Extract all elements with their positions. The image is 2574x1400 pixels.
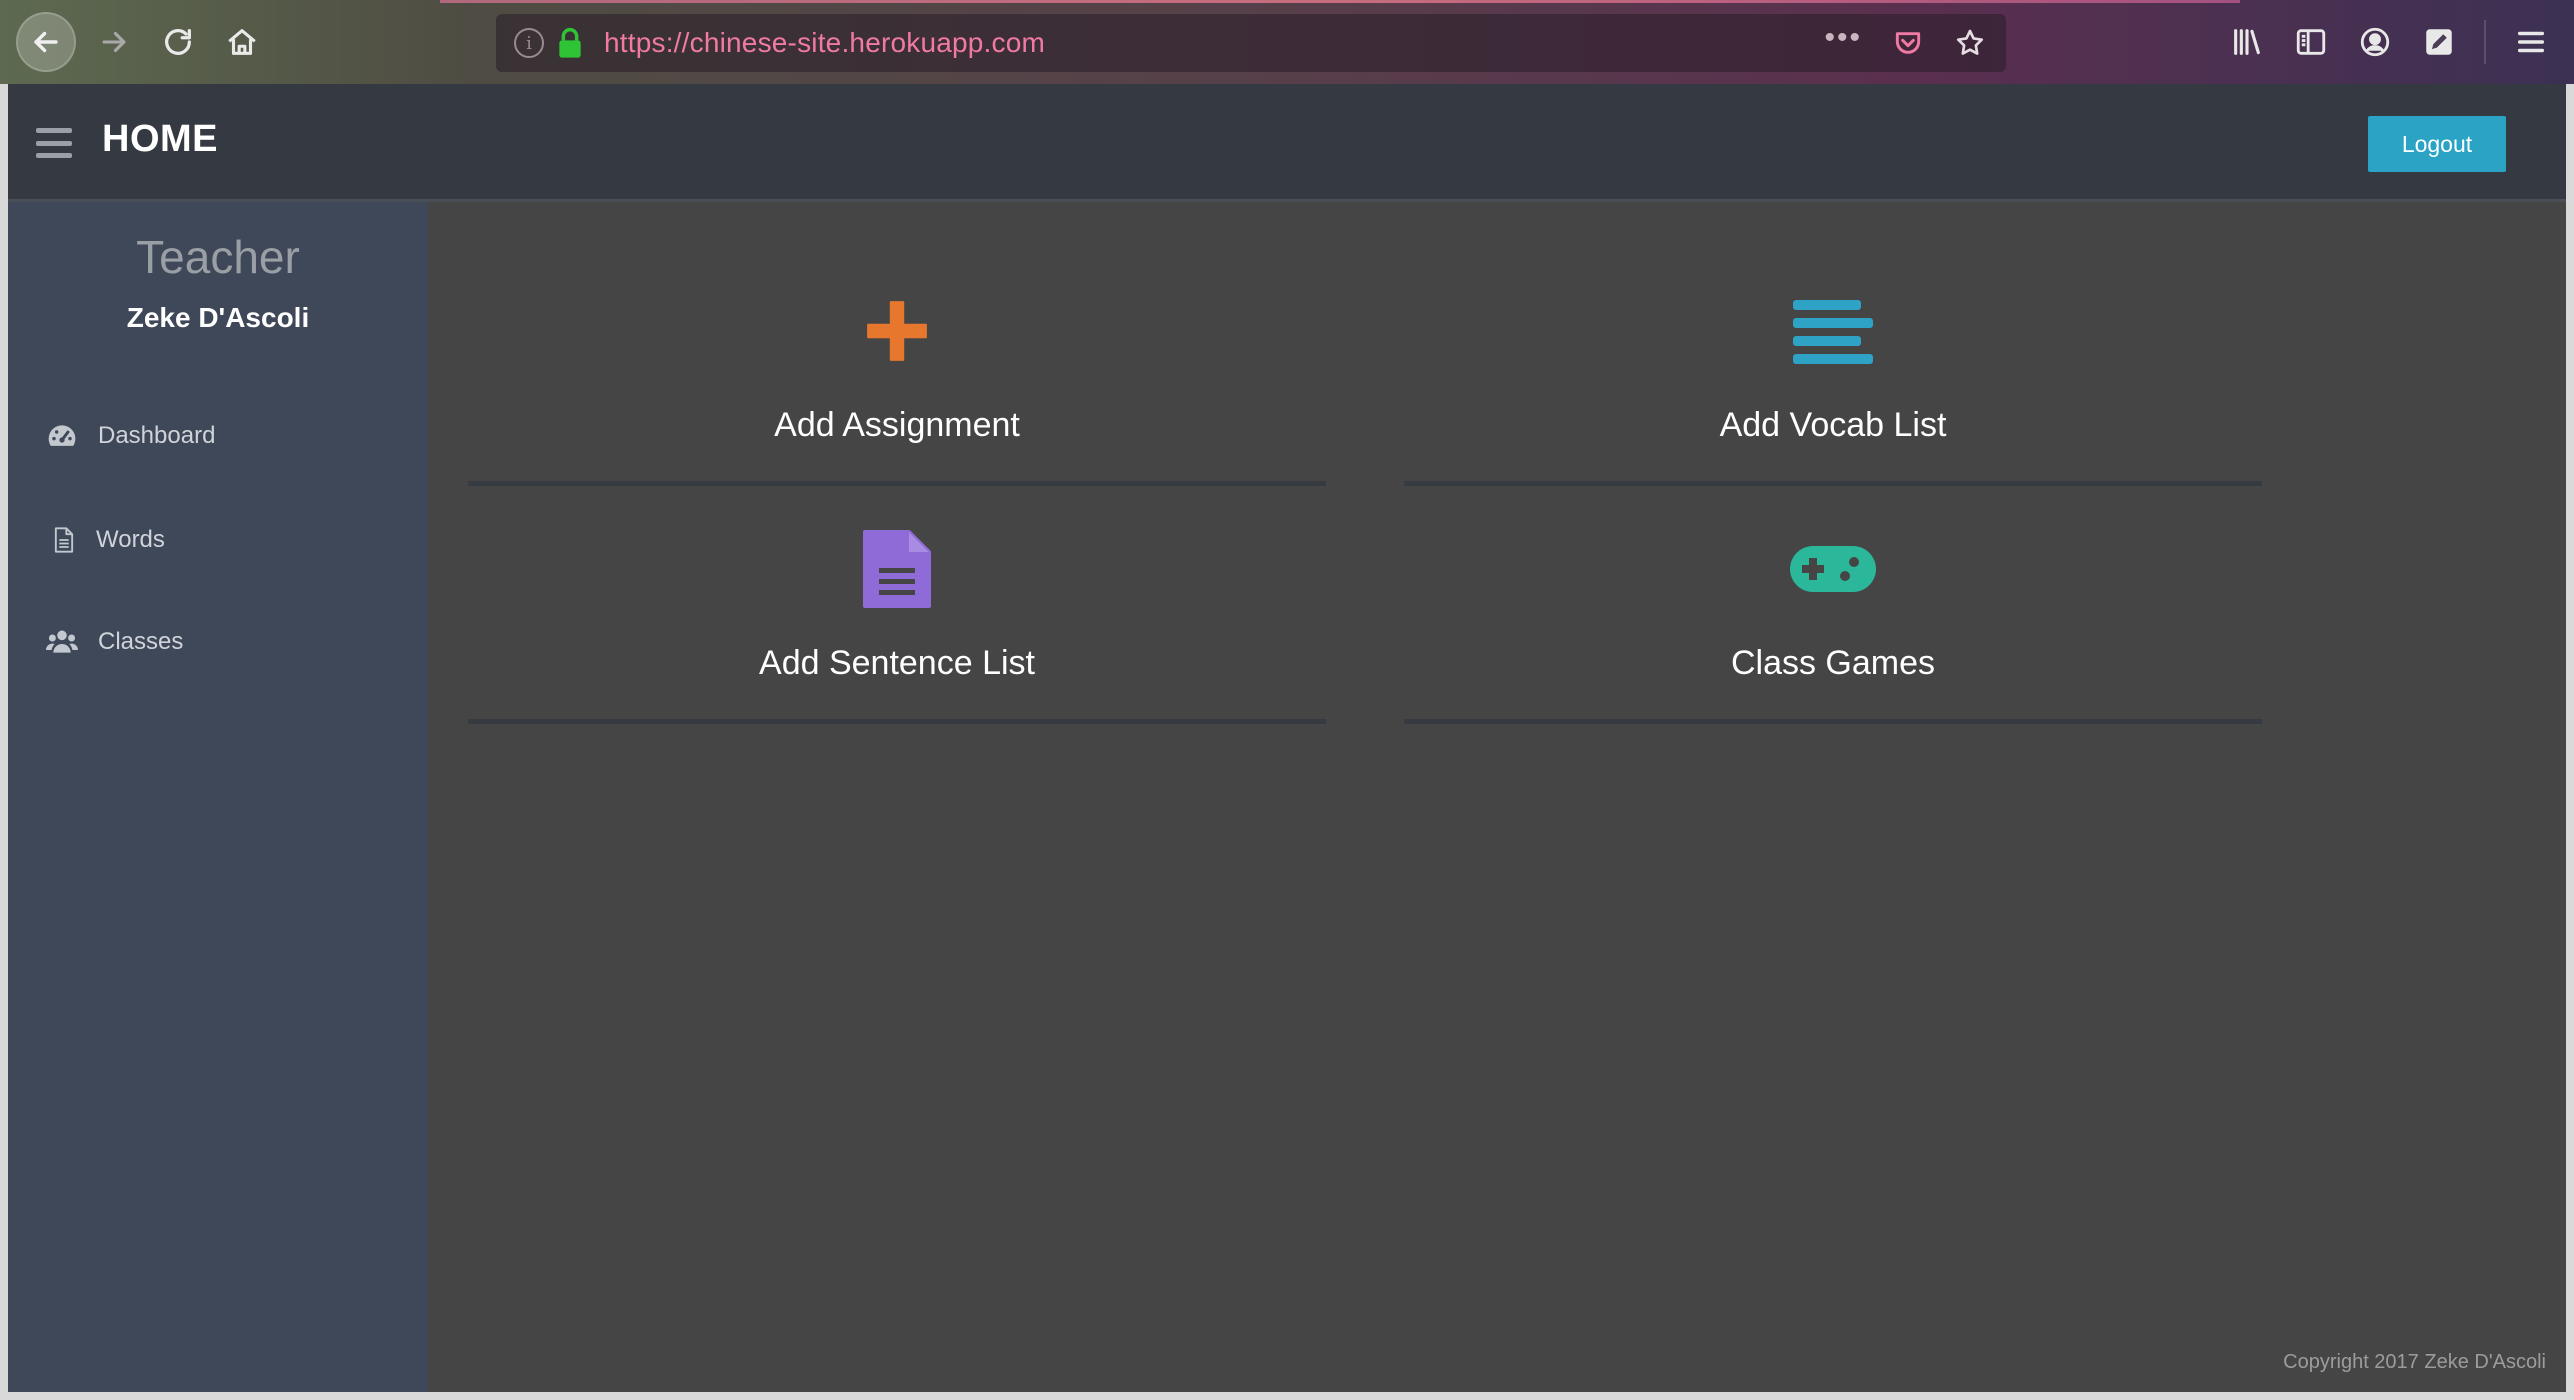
arrow-right-icon [102,31,126,53]
gamepad-icon [1788,524,1878,614]
sidebar-item-label: Words [96,526,165,553]
bookmark-star-icon[interactable] [1954,27,1986,59]
arrow-left-icon [34,31,58,53]
hamburger-menu-icon[interactable] [36,128,72,158]
library-button[interactable] [2228,23,2266,61]
sidebar: Teacher Zeke D'Ascoli Dashboard Words Cl… [8,202,428,1392]
notes-button[interactable] [2420,23,2458,61]
url-bar[interactable]: i https://chinese-site.herokuapp.com ••• [496,14,2006,72]
url-text: https://chinese-site.herokuapp.com [604,27,1046,58]
pencil-square-icon [2426,29,2452,55]
sidebar-item-label: Classes [98,628,184,655]
toolbar-right [2228,0,2550,84]
user-name: Zeke D'Ascoli [126,302,310,333]
reload-icon [165,29,191,55]
sidebar-item-label: Dashboard [98,422,216,449]
sidebar-item-classes[interactable]: Classes [46,626,183,658]
sidebar-icon [2296,29,2326,55]
page-title: HOME [102,118,218,160]
back-button[interactable] [16,12,76,72]
browser-menu-button[interactable] [2512,23,2550,61]
plus-icon [864,286,930,376]
align-lines-icon [1791,286,1875,376]
logout-button[interactable]: Logout [2368,116,2506,172]
tile-label: Add Assignment [774,406,1020,444]
tile-add-vocab-list[interactable]: Add Vocab List [1404,286,2262,486]
account-icon [2360,27,2390,57]
menu-icon [2517,31,2545,53]
copyright-text: Copyright 2017 Zeke D'Ascoli [2283,1351,2546,1373]
home-button[interactable] [212,12,272,72]
sidebar-toggle-button[interactable] [2292,23,2330,61]
tile-class-games[interactable]: Class Games [1404,524,2262,724]
browser-toolbar: i https://chinese-site.herokuapp.com ••• [0,0,2574,84]
sidebar-item-dashboard[interactable]: Dashboard [46,420,215,452]
pocket-icon[interactable] [1892,27,1924,59]
tile-add-assignment[interactable]: Add Assignment [468,286,1326,486]
document-icon [54,527,74,553]
users-icon [46,630,78,653]
more-actions-icon[interactable]: ••• [1824,21,1862,55]
info-icon[interactable]: i [514,28,544,58]
tile-label: Class Games [1730,644,1936,682]
library-icon [2234,29,2260,55]
app-header: HOME Logout [8,84,2566,202]
tile-label: Add Vocab List [1719,406,1947,444]
reload-button[interactable] [148,12,208,72]
forward-button[interactable] [84,12,144,72]
dashboard-icon [48,425,76,446]
user-role: Teacher [136,231,300,283]
url-actions: ••• [1824,14,1986,72]
toolbar-separator [2484,20,2486,64]
home-icon [228,29,256,55]
page-viewport: HOME Logout Teacher Zeke D'Ascoli Dashbo… [8,84,2566,1392]
file-text-icon [861,524,933,614]
lock-icon [559,27,581,58]
account-button[interactable] [2356,23,2394,61]
tile-label: Add Sentence List [759,644,1035,682]
sidebar-item-words[interactable]: Words [50,524,165,556]
tile-add-sentence-list[interactable]: Add Sentence List [468,524,1326,724]
